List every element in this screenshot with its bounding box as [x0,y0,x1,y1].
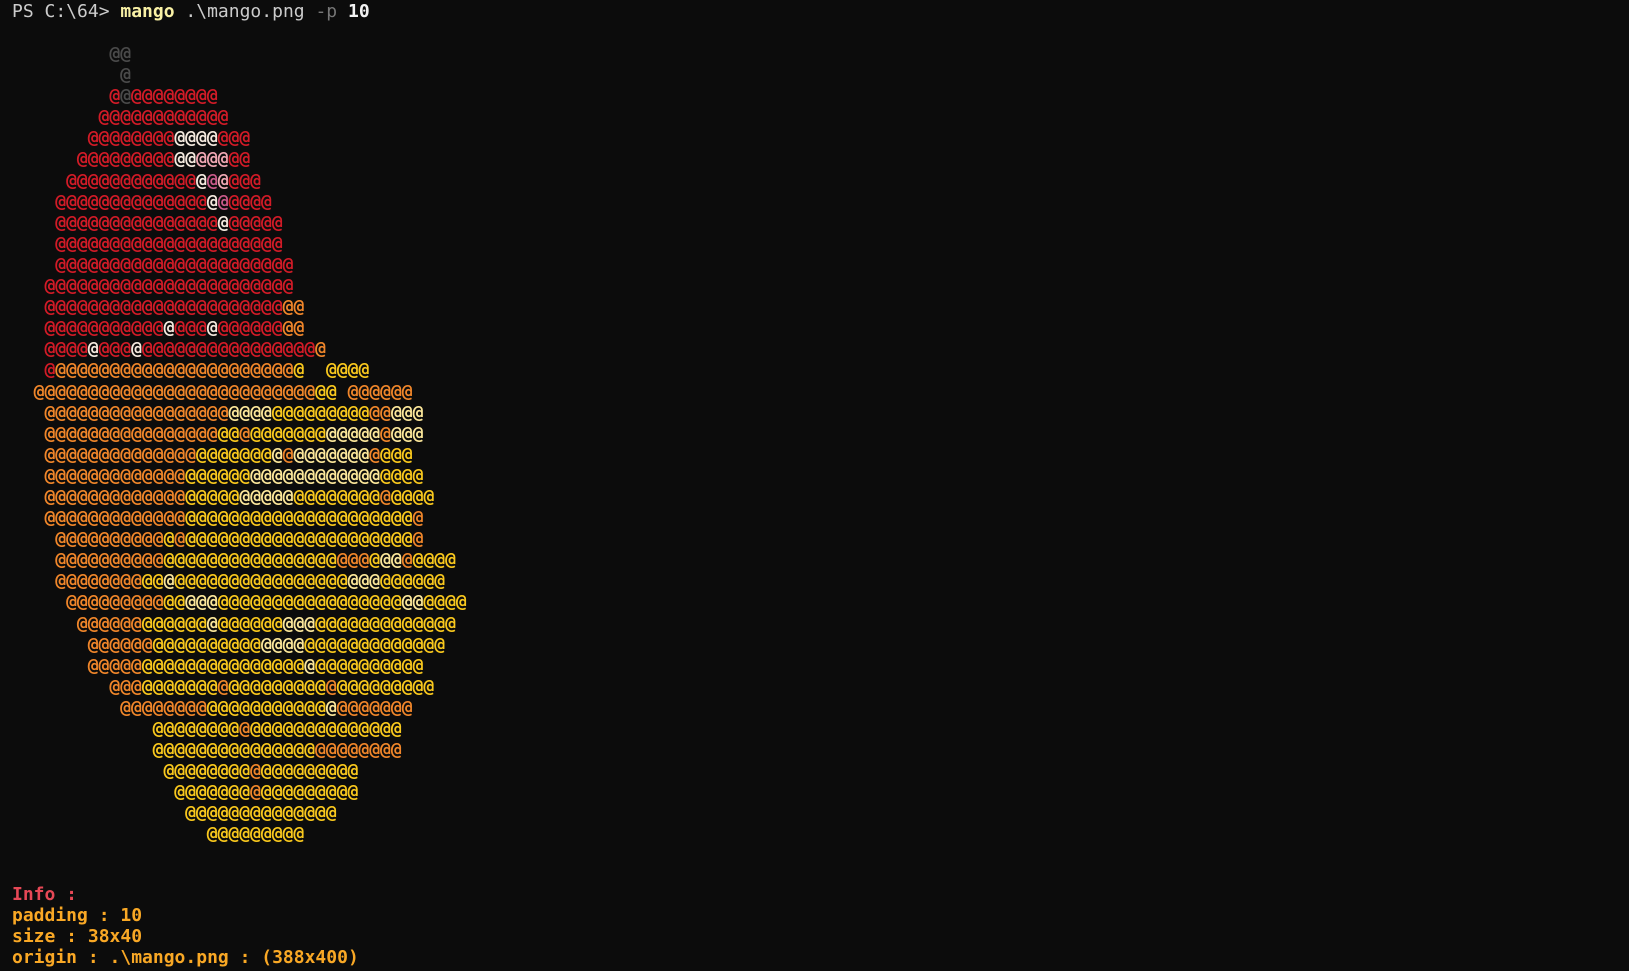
ascii-art-mango: @@ @ @@@@@@@@@@ @@@@@@@@@@@@ @@@@@@@@@@@… [12,43,467,845]
ascii-art-row: @@@@@@@@@@@@@@@@@@@@@@@@@@@@@@@@@@@ [44,422,424,444]
ascii-art-row: @@@@@@@@@@@@@@@@@ [174,781,359,803]
info-padding: padding : 10 [12,905,143,926]
terminal-window[interactable]: PS C:\64> mango .\mango.png -p 10 @@ @ @… [0,0,1629,971]
ascii-art-row: @@@@@@@@@@@@@@@@@@@@@ [55,232,283,254]
ascii-art-row: @@@@@@@@@@@@@@@@@@@@@@@@@@@@@@@@@@ [55,528,424,550]
info-origin: origin : .\mango.png : (388x400) [12,947,359,968]
command-prompt-line: PS C:\64> mango .\mango.png -p 10 [12,1,370,22]
ascii-art-row: @@@@@@@@@@@@@@@@@@@@@@@@@@ [44,338,326,360]
ascii-art-row: @@@@@@@@@@@@@@@@@@@@@@@ [152,739,402,761]
ascii-art-row: @@@@@@@@@@@@@@@@@@@@@@@@@@@@@@@@@@@ [44,401,424,423]
info-title: Info : [12,884,78,905]
ascii-art-row: @@@@@@@@@@@@@@@@@@@@@@@@@@@@@@@@@@@ [76,612,456,634]
ascii-art-row: @@@@@@@@@@@@@@@@@@@@@@@@@@@@@@@@@@@@ [55,570,446,592]
ascii-art-row: @@@@@@@@@@@@@@@@@@@@@@@@@@@@@@@@@@@@ [44,485,435,507]
ascii-art-row: @@@@@@@@@@ [109,85,218,107]
ascii-art-row: @@@@@@@@@@@@@@@@@@@@@@@@ @@@@ [44,359,370,381]
ascii-art-row: @@@@@@@@@@@@@@@@@@@@@@@@@@@@@@@@@@@@@ [55,549,456,571]
command-flag: -p [315,1,338,22]
ascii-art-row: @@@@@@@@@@@@@@@@@@@@@ [55,211,283,233]
ascii-art-row: @@@@@@@@@@@@@@@@@@@@@@@@@@@@@@@@@@@ [44,507,424,529]
ascii-art-row: @@@@@@@@@@@@@@ [185,802,337,824]
ascii-art-row: @@@@@@@@@@@@@@@@@@@@@@@@@@@ [120,696,413,718]
ascii-art-row: @@@@@@@@@ [206,823,305,845]
ascii-art-row: @@@@@@@@@@@@@@@@@@@@@@@@@@@@@@@@@@@ [44,464,424,486]
ascii-art-row: @@@@@@@@@@@@@@@@@@@@@@@ [44,275,294,297]
command-flag-value: 10 [348,1,370,22]
ascii-art-row: @@@@@@@@@@@@@@@@@@@@@@@@@@@@@@ [109,675,435,697]
prompt-path: PS C:\64> [12,1,121,22]
ascii-art-row: @@@@@@@@@@@@@@@@@@@@ [55,190,272,212]
ascii-art-row: @@@@@@@@@@@@@@@ [87,127,251,149]
ascii-art-row: @@@@@@@@@@@@@@@@@@@@@@@@@@@@@@@@@@@@@ [66,591,467,613]
ascii-art-row: @@ [109,43,132,64]
ascii-art-row: @@@@@@@@@@@@@@@@@@@@@@ [55,253,294,275]
ascii-art-row: @ [120,64,131,86]
command-name: mango [120,1,175,22]
ascii-art-row: @@@@@@@@@@@@@@@@@@@@@@@@ [44,317,305,339]
ascii-art-row: @@@@@@@@@@@@@@@@@@@@@@@@ [44,296,305,318]
ascii-art-row: @@@@@@@@@@@@@@@@@@@@@@@@@@@@@@@ [87,654,424,676]
ascii-art-row: @@@@@@@@@@@@@@@@@@@@@@@@@@@@ @@@@@@ [33,380,413,402]
ascii-art-row: @@@@@@@@@@@@@@@@ [76,148,251,170]
command-argument: .\mango.png [185,1,305,22]
ascii-art-row: @@@@@@@@@@@@@@@@@@ [66,169,261,191]
ascii-art-row: @@@@@@@@@@@@@@@@@@@@@@@ [152,718,402,739]
ascii-art-row: @@@@@@@@@@@@ [98,106,229,128]
ascii-art-row: @@@@@@@@@@@@@@@@@@@@@@@@@@@@@@@@@@ [44,443,413,465]
ascii-art-row: @@@@@@@@@@@@@@@@@@@@@@@@@@@@@@@@@ [87,633,446,655]
info-size: size : 38x40 [12,926,143,947]
ascii-art-row: @@@@@@@@@@@@@@@@@@ [163,760,359,782]
